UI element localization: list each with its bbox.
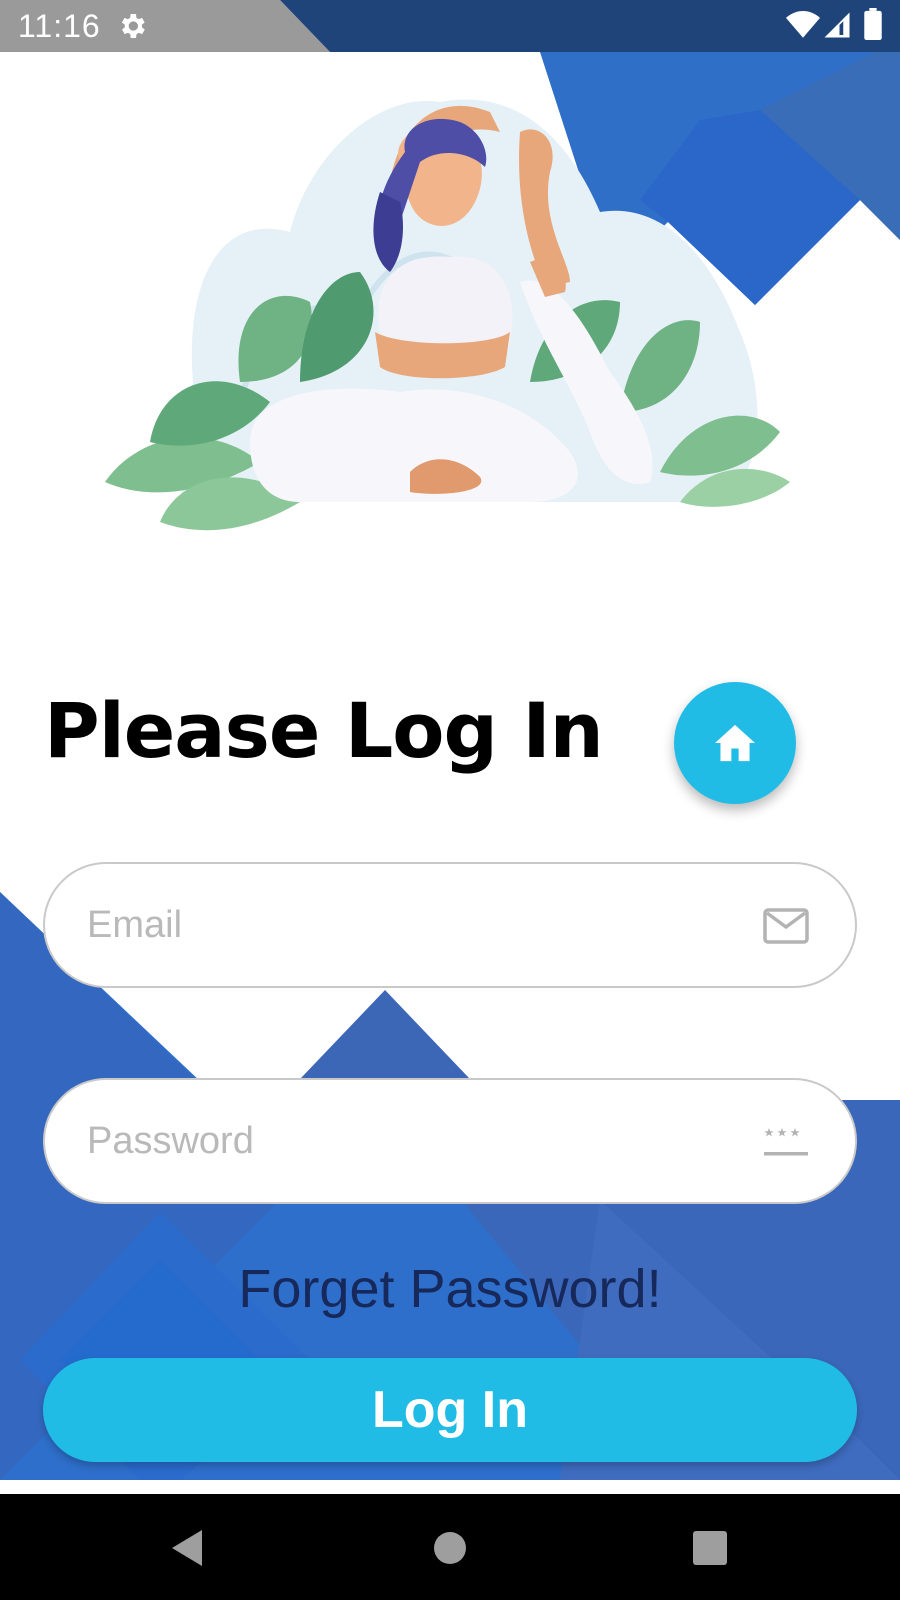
page-title: Please Log In [44,686,604,775]
home-circle-icon[interactable] [428,1526,472,1570]
recents-icon[interactable] [688,1526,732,1570]
status-time: 11:16 [18,8,101,44]
password-icon [764,1128,808,1156]
navigation-bar [0,1494,900,1600]
gear-icon [121,14,145,38]
signal-icon [824,12,850,38]
login-button[interactable]: Log In [43,1358,857,1462]
email-field[interactable] [43,862,857,988]
password-field[interactable] [43,1078,857,1204]
back-icon[interactable] [166,1526,210,1570]
password-input[interactable] [87,1080,727,1202]
yoga-illustration [105,99,790,531]
wifi-icon [786,11,820,38]
mail-icon [763,908,809,944]
battery-icon [864,8,882,40]
status-bar: 11:16 [0,0,900,52]
email-input[interactable] [87,864,727,986]
forgot-password-link[interactable]: Forget Password! [0,1258,900,1320]
home-icon [715,724,755,762]
home-button[interactable] [674,682,796,804]
